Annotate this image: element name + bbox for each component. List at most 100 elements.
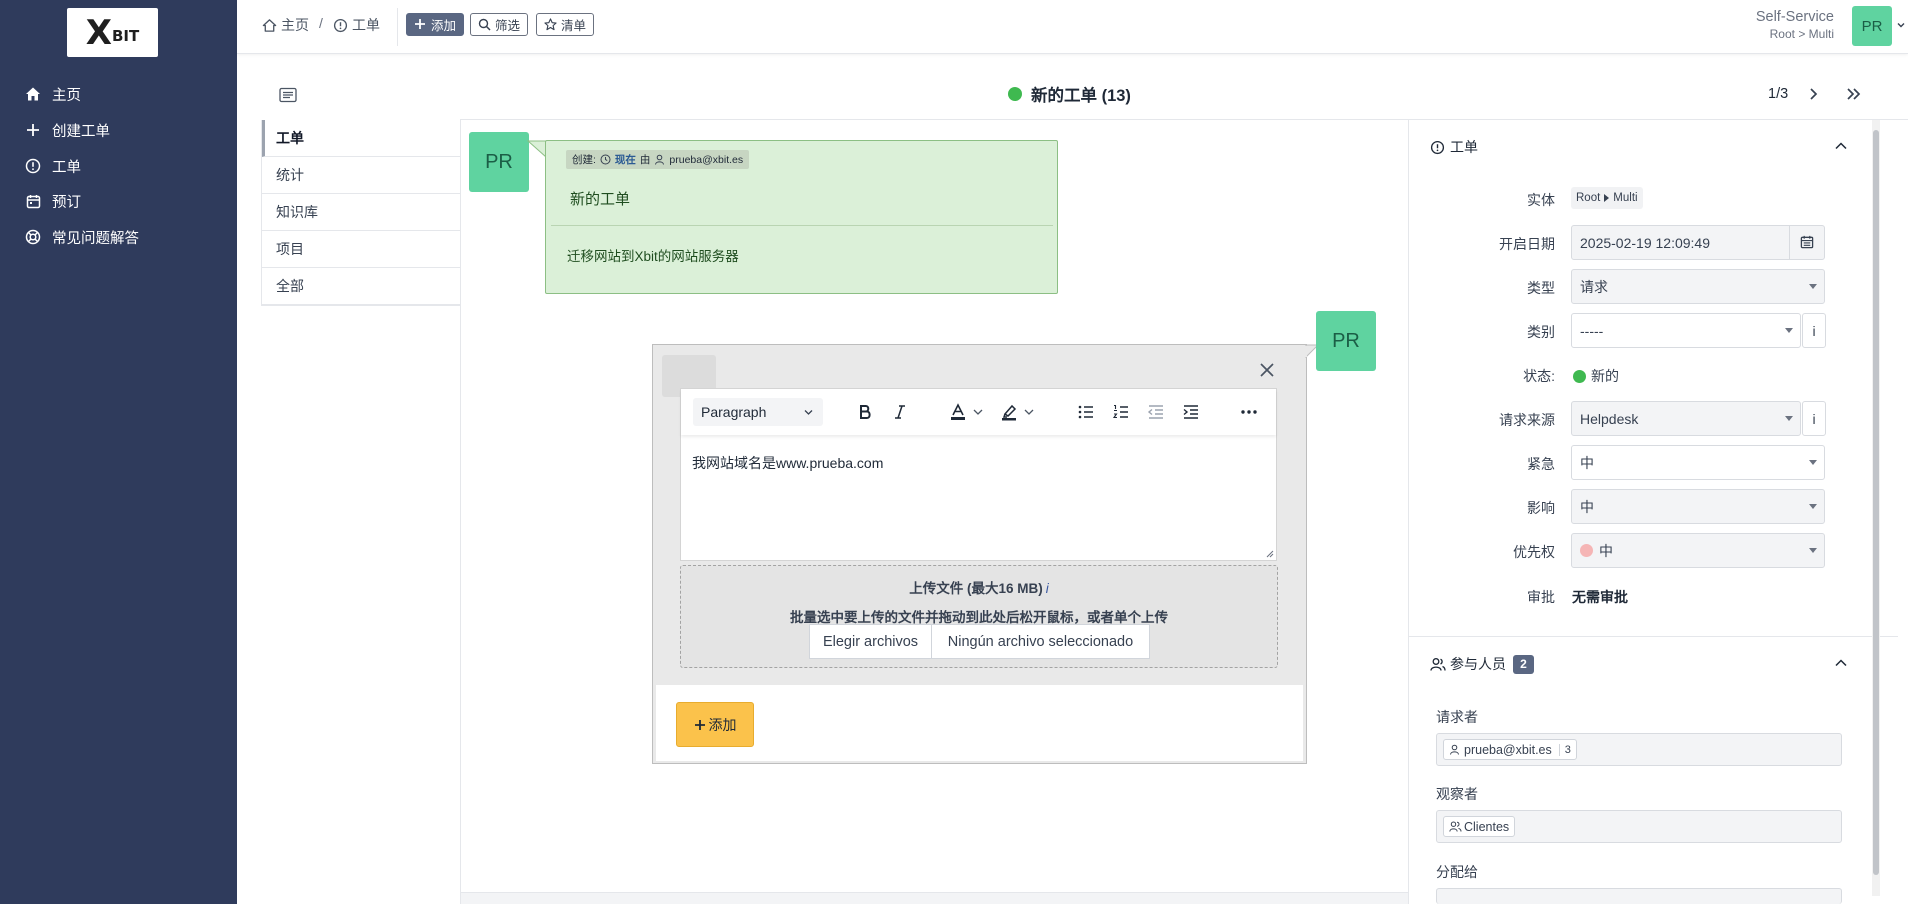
outdent-icon[interactable] xyxy=(1146,402,1166,422)
profile-entity[interactable]: Root > Multi xyxy=(1770,27,1834,41)
numbered-list-icon[interactable] xyxy=(1111,402,1131,422)
calendar-icon[interactable] xyxy=(1800,235,1814,249)
indent-icon[interactable] xyxy=(1181,402,1201,422)
actors-count-badge: 2 xyxy=(1513,654,1534,674)
status-dot xyxy=(1573,369,1586,383)
upload-hint: 批量选中要上传的文件并拖动到此处后松开鼠标，或者单个上传 xyxy=(790,610,1168,625)
sidebar-item-faq[interactable]: 常见问题解答 xyxy=(24,225,139,249)
bubble-arrow xyxy=(527,140,547,158)
tab-ticket[interactable]: 工单 xyxy=(262,120,460,157)
source-select[interactable]: Helpdesk xyxy=(1571,401,1801,436)
chevron-down-icon[interactable] xyxy=(1896,20,1906,30)
file-upload-zone[interactable]: 上传文件 (最大16 MB) i 批量选中要上传的文件并拖动到此处后松开鼠标，或者… xyxy=(680,565,1278,668)
observer-chip[interactable]: Clientes xyxy=(1443,816,1516,837)
meta-created-label: 创建: xyxy=(572,154,596,166)
requester-chip[interactable]: prueba@xbit.es 3 xyxy=(1443,739,1577,760)
home-icon xyxy=(262,18,277,33)
entity-label: 实体 xyxy=(1527,192,1555,208)
file-input[interactable]: Elegir archivos Ningún archivo seleccion… xyxy=(809,624,1150,659)
priority-select[interactable]: 中 xyxy=(1571,533,1825,568)
upload-title: 上传文件 (最大16 MB) i xyxy=(681,577,1277,597)
status-label: 状态: xyxy=(1523,368,1555,384)
ticket-section-title: 工单 xyxy=(1450,139,1478,155)
ticket-section-header[interactable]: 工单 xyxy=(1430,137,1478,157)
more-icon[interactable] xyxy=(1239,402,1259,422)
chevron-up-icon[interactable] xyxy=(1834,656,1848,670)
choose-files-button[interactable]: Elegir archivos xyxy=(810,625,932,658)
user-icon xyxy=(1449,744,1460,755)
resize-handle-icon[interactable] xyxy=(1266,550,1274,558)
close-icon[interactable] xyxy=(1259,362,1275,378)
impact-select[interactable]: 中 xyxy=(1571,489,1825,524)
users-icon xyxy=(1430,657,1446,672)
sidebar-item-home[interactable]: 主页 xyxy=(24,82,81,106)
sidebar-item-reservations[interactable]: 预订 xyxy=(24,189,81,213)
bullet-list-icon[interactable] xyxy=(1076,402,1096,422)
urgency-select[interactable]: 中 xyxy=(1571,445,1825,480)
open-date-input[interactable]: 2025-02-19 12:09:49 xyxy=(1571,225,1825,260)
caret-down-icon xyxy=(1785,328,1793,334)
type-value: 请求 xyxy=(1580,278,1608,295)
requester-name: prueba@xbit.es xyxy=(1464,742,1552,757)
ticket-tabs: 工单 统计 知识库 项目 全部 xyxy=(261,120,461,306)
scrollbar-thumb[interactable] xyxy=(1873,130,1879,875)
actors-section-header[interactable]: 参与人员 2 xyxy=(1430,654,1534,674)
add-reply-button[interactable]: 添加 xyxy=(676,702,754,747)
requester-field[interactable]: prueba@xbit.es 3 xyxy=(1436,733,1842,766)
logo-x: X xyxy=(85,12,112,53)
timeline-meta: 创建: 现在 由 prueba@xbit.es xyxy=(566,150,750,169)
assigned-field[interactable] xyxy=(1436,888,1842,904)
entity-root: Root xyxy=(1576,192,1601,204)
text-color-icon[interactable] xyxy=(948,402,968,422)
chevron-up-icon[interactable] xyxy=(1834,139,1848,153)
sidebar-item-label: 工单 xyxy=(52,159,81,176)
add-button-label: 添加 xyxy=(431,19,457,33)
search-icon xyxy=(478,18,491,31)
filter-button[interactable]: 筛选 xyxy=(470,13,529,36)
open-date-value: 2025-02-19 12:09:49 xyxy=(1580,234,1710,251)
breadcrumb-tickets[interactable]: 工单 xyxy=(333,15,380,35)
sidebar-item-create-ticket[interactable]: 创建工单 xyxy=(24,118,110,142)
timeline-toggle-icon[interactable] xyxy=(279,87,297,103)
bold-icon[interactable] xyxy=(855,402,875,422)
category-info-button[interactable]: i xyxy=(1802,313,1826,348)
italic-icon[interactable] xyxy=(890,402,910,422)
chevron-right-icon[interactable] xyxy=(1805,86,1821,102)
category-label: 类别 xyxy=(1527,324,1555,340)
chevron-down-icon[interactable] xyxy=(1022,402,1042,422)
sidebar-item-label: 主页 xyxy=(52,87,81,104)
impact-label: 影响 xyxy=(1527,500,1555,516)
tab-items[interactable]: 项目 xyxy=(262,231,460,268)
observer-field[interactable]: Clientes xyxy=(1436,810,1842,843)
status-value[interactable]: 新的 xyxy=(1573,366,1619,386)
tab-knowledge-base[interactable]: 知识库 xyxy=(262,194,460,231)
xbit-logo[interactable]: X BIT xyxy=(67,8,158,57)
info-icon[interactable]: i xyxy=(1046,581,1049,596)
sidebar-item-tickets[interactable]: 工单 xyxy=(24,154,81,178)
column-divider xyxy=(460,120,461,904)
list-button[interactable]: 清单 xyxy=(536,13,595,36)
meta-user[interactable]: prueba@xbit.es xyxy=(669,154,743,166)
ticket-title-text: 新的工单 (13) xyxy=(1031,87,1131,105)
double-chevron-right-icon[interactable] xyxy=(1844,86,1862,102)
breadcrumb-home[interactable]: 主页 xyxy=(262,15,309,35)
rich-text-editor[interactable]: Paragraph 我网站域名是www.prueba.com xyxy=(680,388,1277,561)
meta-when[interactable]: 现在 xyxy=(615,152,636,167)
user-avatar[interactable]: PR xyxy=(1852,6,1892,46)
category-select[interactable]: ----- xyxy=(1571,313,1801,348)
add-button[interactable]: 添加 xyxy=(406,13,465,36)
tab-all[interactable]: 全部 xyxy=(262,268,460,305)
chevron-down-icon[interactable] xyxy=(971,402,991,422)
profile-name[interactable]: Self-Service xyxy=(1756,9,1834,25)
type-label: 类型 xyxy=(1527,280,1555,296)
plus-icon xyxy=(24,121,42,139)
block-format-value: Paragraph xyxy=(701,404,767,420)
block-format-select[interactable]: Paragraph xyxy=(693,398,823,426)
type-select[interactable]: 请求 xyxy=(1571,269,1825,304)
editor-content[interactable]: 我网站域名是www.prueba.com xyxy=(692,453,883,473)
source-info-button[interactable]: i xyxy=(1802,401,1826,436)
sidebar-item-label: 常见问题解答 xyxy=(52,230,139,247)
tab-statistics[interactable]: 统计 xyxy=(262,157,460,194)
highlight-icon[interactable] xyxy=(999,402,1019,422)
approval-value: 无需审批 xyxy=(1572,589,1628,605)
